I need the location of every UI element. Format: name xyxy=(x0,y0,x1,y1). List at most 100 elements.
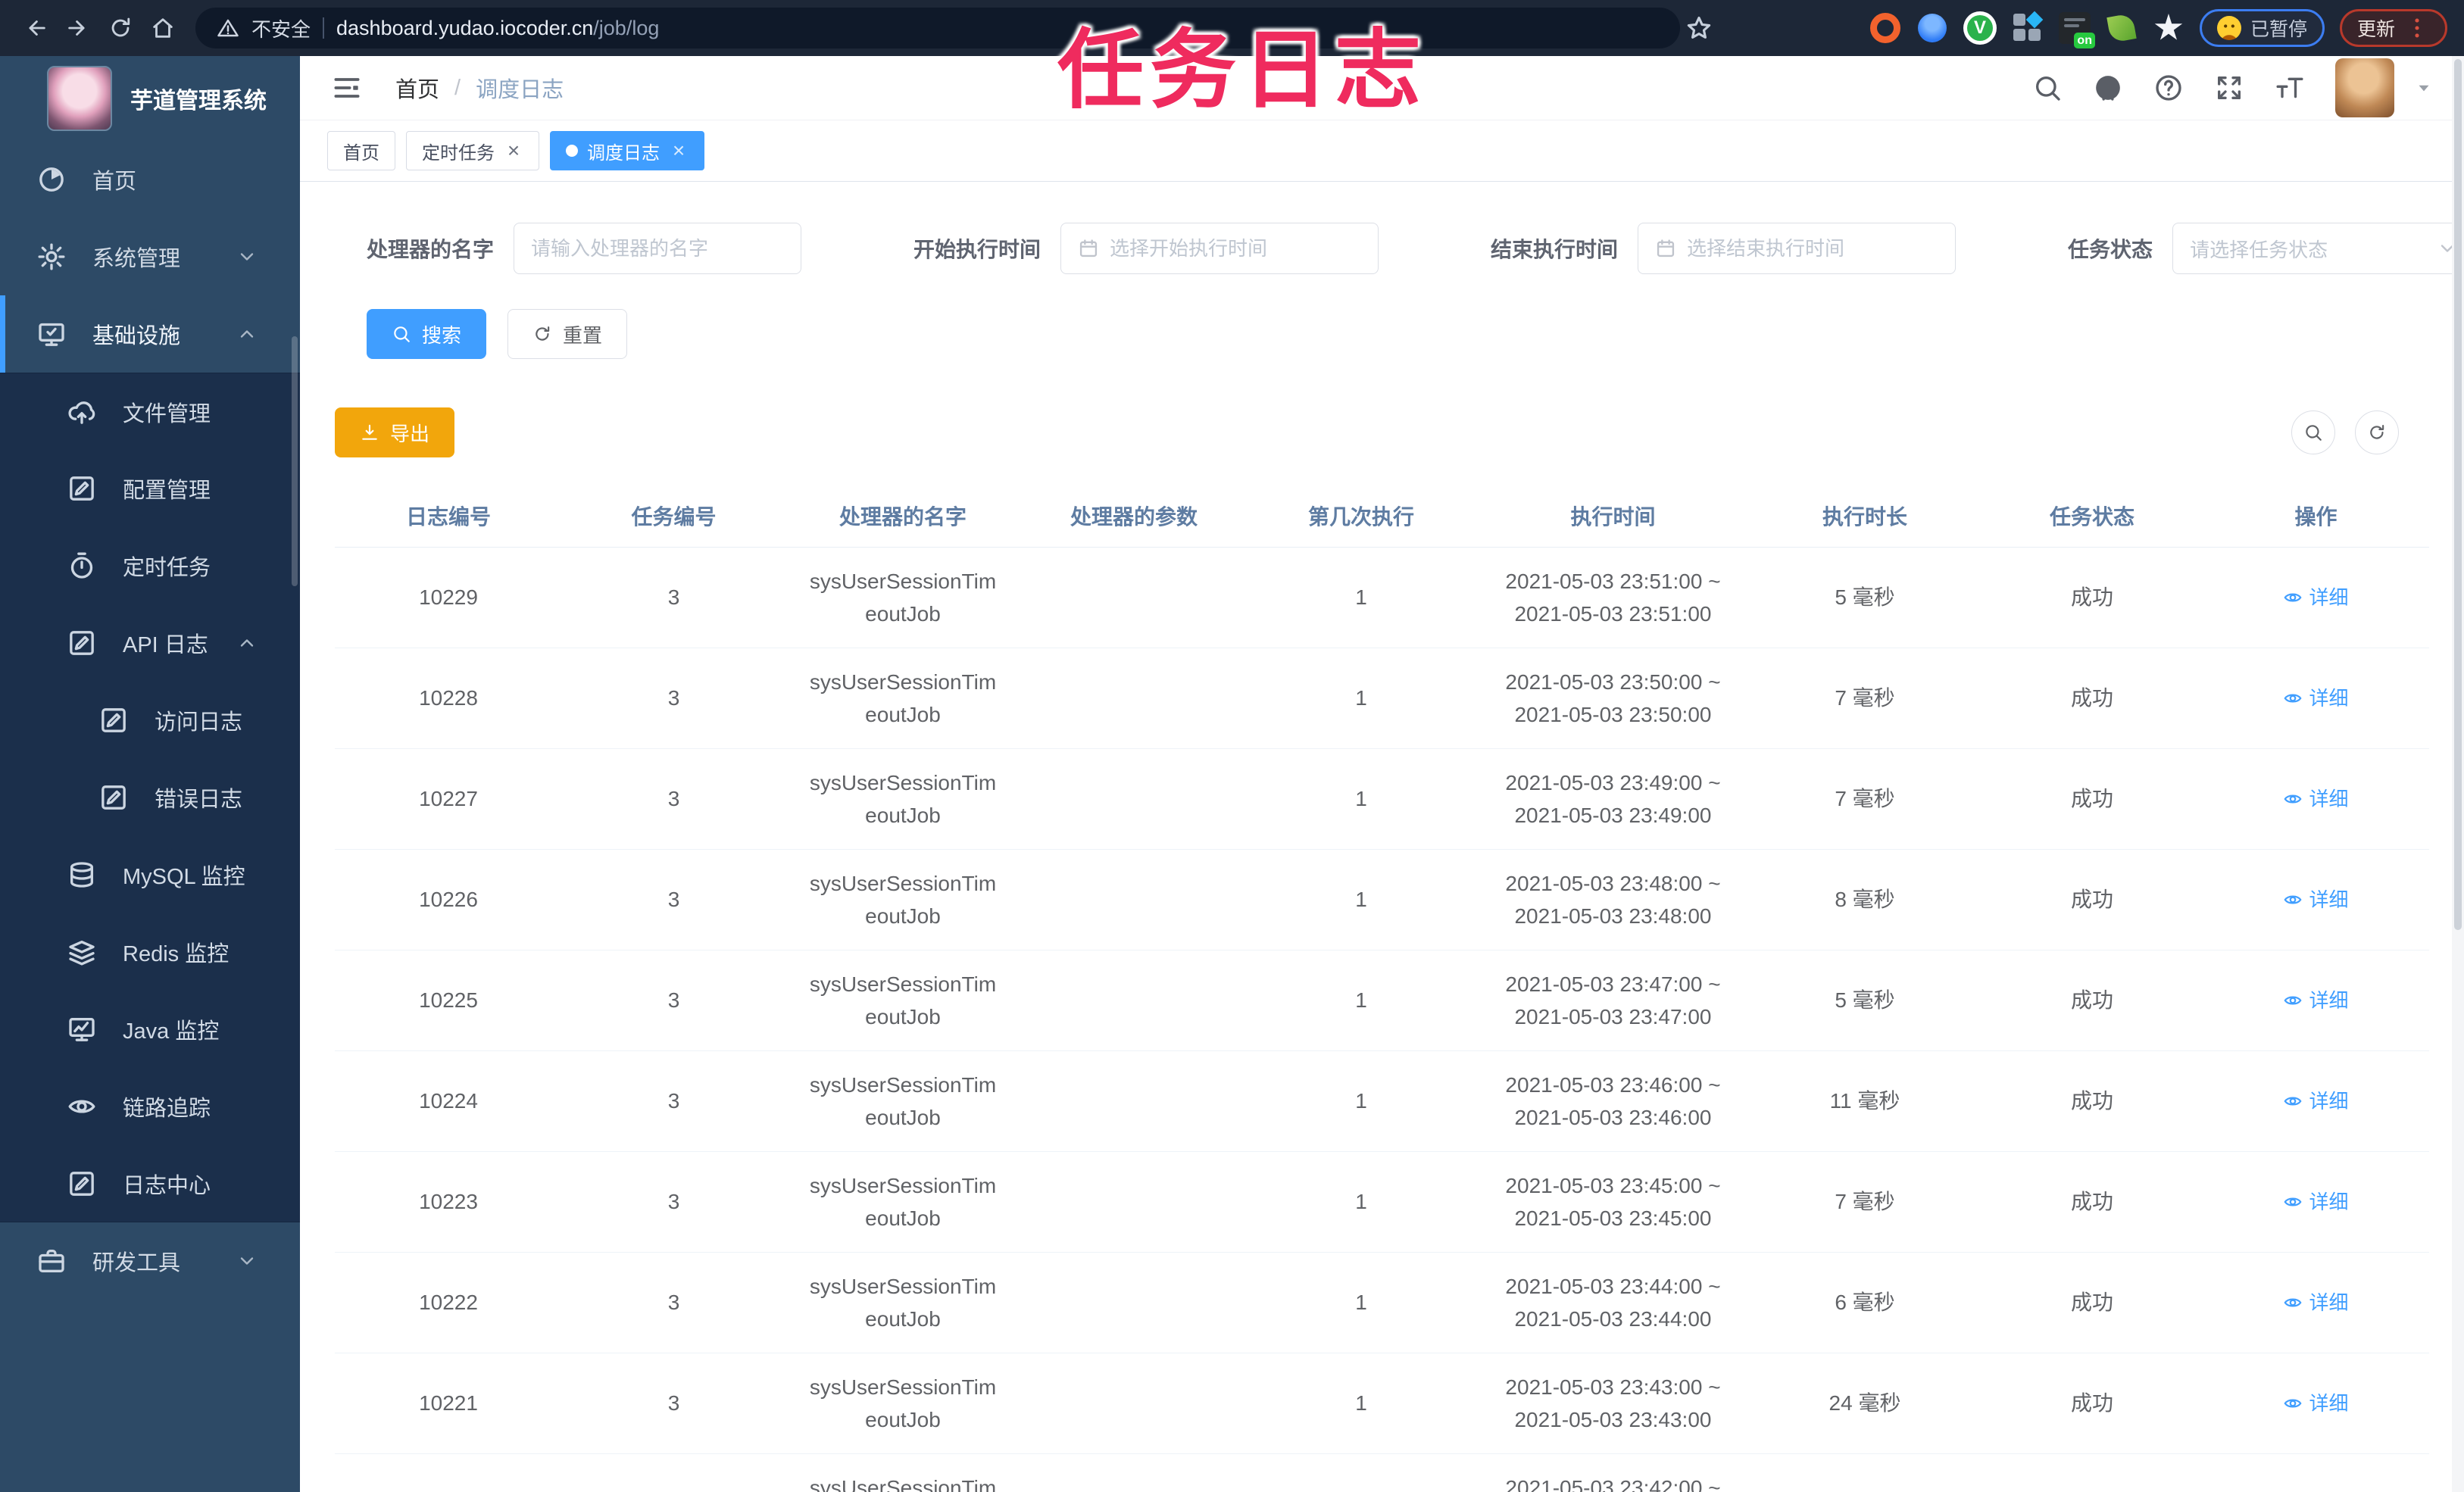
sidebar-item-8[interactable]: 访问日志 xyxy=(0,682,300,759)
sidebar-item-2[interactable]: 系统管理 xyxy=(0,218,300,295)
export-button[interactable]: 导出 xyxy=(335,407,455,457)
extension-blue-icon[interactable] xyxy=(1916,12,1948,44)
monitor-icon xyxy=(36,319,67,349)
table-row: 10225 3 sysUserSessionTimeoutJob 1 2021-05-0… xyxy=(335,950,2429,1051)
sidebar-logo-row[interactable]: 芋道管理系统 xyxy=(0,56,300,141)
browser-update-chip[interactable]: 更新 xyxy=(2339,9,2447,47)
font-size-icon[interactable] xyxy=(2275,73,2305,103)
reload-icon[interactable] xyxy=(101,9,139,47)
table-row: 10229 3 sysUserSessionTimeoutJob 1 2021-05-0… xyxy=(335,548,2429,648)
filter-date-control[interactable] xyxy=(1060,223,1379,274)
address-bar[interactable]: 不安全 dashboard.yudao.iocoder.cn/job/log xyxy=(195,8,1680,48)
extension-green-v-icon[interactable]: V xyxy=(1963,11,1997,45)
fullscreen-icon[interactable] xyxy=(2214,73,2244,103)
profile-chip-label: 已暂停 xyxy=(2250,19,2307,40)
extension-leaf-icon[interactable] xyxy=(2106,12,2138,44)
filter-group-1: 处理器的名字 xyxy=(367,223,802,274)
tag-1[interactable]: 首页 xyxy=(327,131,395,170)
sidebar-item-10[interactable]: MySQL 监控 xyxy=(0,836,300,913)
avatar-caret-down-icon[interactable] xyxy=(2414,78,2434,98)
cell-actions: 详细 xyxy=(2206,648,2426,748)
update-chip-label: 更新 xyxy=(2356,19,2395,40)
browser-menu-kebab-icon[interactable] xyxy=(2404,12,2430,44)
detail-link[interactable]: 详细 xyxy=(2283,582,2349,613)
cell-handler: sysUserSessionTimeoutJob xyxy=(785,850,1020,950)
text-input[interactable] xyxy=(531,236,785,261)
detail-link[interactable]: 详细 xyxy=(2283,784,2349,814)
detail-link-label: 详细 xyxy=(2309,888,2349,911)
detail-link[interactable]: 详细 xyxy=(2283,985,2349,1016)
hamburger-icon[interactable] xyxy=(330,71,364,105)
extension-on-badge-icon[interactable]: on xyxy=(2058,12,2095,48)
detail-link[interactable]: 详细 xyxy=(2283,1187,2349,1217)
sidebar-item-5[interactable]: 配置管理 xyxy=(0,450,300,527)
extension-star-icon[interactable] xyxy=(2153,12,2184,44)
sidebar-scrollbar[interactable] xyxy=(292,336,298,586)
export-button-label: 导出 xyxy=(390,422,430,445)
filter-date-control[interactable] xyxy=(1638,223,1957,274)
date-input[interactable] xyxy=(1687,236,1939,261)
breadcrumb-separator: / xyxy=(454,75,461,100)
search-button[interactable]: 搜索 xyxy=(367,309,487,359)
table-tools xyxy=(2291,410,2429,454)
tag-3[interactable]: 调度日志 × xyxy=(550,131,704,170)
back-icon[interactable] xyxy=(17,9,55,47)
cell-exec-index: 1 xyxy=(1355,1391,1367,1416)
url-divider xyxy=(323,17,325,39)
detail-link[interactable]: 详细 xyxy=(2283,1489,2348,1492)
cell-param xyxy=(1020,749,1248,849)
detail-link[interactable]: 详细 xyxy=(2283,1388,2349,1419)
sidebar-item-3[interactable]: 基础设施 xyxy=(0,295,300,373)
browser-profile-chip[interactable]: 已暂停 xyxy=(2199,9,2325,47)
extension-orange-icon[interactable] xyxy=(1869,12,1901,44)
filter-text-control[interactable] xyxy=(514,223,802,274)
detail-link[interactable]: 详细 xyxy=(2283,885,2349,915)
sidebar-item-7[interactable]: API 日志 xyxy=(0,604,300,682)
sidebar-item-15[interactable]: 研发工具 xyxy=(0,1222,300,1300)
sidebar-item-9[interactable]: 错误日志 xyxy=(0,759,300,836)
scrollbar-thumb[interactable] xyxy=(2454,59,2462,930)
toggle-search-button[interactable] xyxy=(2291,410,2335,454)
tag-close-icon[interactable]: × xyxy=(504,140,523,161)
date-input[interactable] xyxy=(1110,236,1362,261)
eye-icon xyxy=(2284,895,2302,904)
reset-button[interactable]: 重置 xyxy=(507,309,628,359)
sidebar-item-14[interactable]: 日志中心 xyxy=(0,1145,300,1222)
page-content: 处理器的名字开始执行时间结束执行时间任务状态请选择任务状态 搜索 重置 导出 xyxy=(300,182,2464,1492)
filter-select-control[interactable]: 请选择任务状态 xyxy=(2172,223,2464,274)
breadcrumb-home[interactable]: 首页 xyxy=(395,72,439,104)
window-scrollbar[interactable] xyxy=(2452,56,2464,1492)
sidebar-item-12[interactable]: Java 监控 xyxy=(0,991,300,1068)
avatar[interactable] xyxy=(2335,58,2394,117)
refresh-table-button[interactable] xyxy=(2355,410,2399,454)
search-icon[interactable] xyxy=(2032,73,2063,103)
detail-link[interactable]: 详细 xyxy=(2283,1288,2349,1318)
cell-param xyxy=(1020,1454,1248,1492)
cell-exec-index: 1 xyxy=(1248,1454,1475,1492)
sidebar-item-6[interactable]: 定时任务 xyxy=(0,527,300,604)
cell-status: 成功 xyxy=(2070,686,2113,710)
forward-icon[interactable] xyxy=(59,9,97,47)
tag-close-icon[interactable]: × xyxy=(669,140,689,161)
detail-link[interactable]: 详细 xyxy=(2283,1086,2349,1116)
sidebar-item-13[interactable]: 链路追踪 xyxy=(0,1068,300,1145)
cell-duration: 7 毫秒 xyxy=(1835,686,1895,710)
extension-grid-icon[interactable] xyxy=(2012,11,2044,44)
chev-down xyxy=(240,253,254,261)
help-icon[interactable] xyxy=(2153,73,2184,103)
java-icon xyxy=(67,1014,97,1044)
tag-2[interactable]: 定时任务 × xyxy=(406,131,539,170)
home-icon[interactable] xyxy=(144,9,182,47)
github-icon[interactable] xyxy=(2093,73,2123,103)
sidebar-item-11[interactable]: Redis 监控 xyxy=(0,913,300,991)
cell-job-id: 3 xyxy=(667,1089,680,1113)
bookmark-star-icon[interactable] xyxy=(1685,14,1713,42)
sidebar-item-label: 配置管理 xyxy=(123,479,211,503)
cell-exec-index: 1 xyxy=(1355,988,1367,1013)
detail-link[interactable]: 详细 xyxy=(2283,683,2349,713)
sidebar-item-1[interactable]: 首页 xyxy=(0,141,300,218)
edit-icon xyxy=(67,473,97,504)
calendar-icon xyxy=(1657,239,1675,258)
sidebar-item-4[interactable]: 文件管理 xyxy=(0,373,300,450)
cell-status: 成功 xyxy=(2070,888,2113,912)
